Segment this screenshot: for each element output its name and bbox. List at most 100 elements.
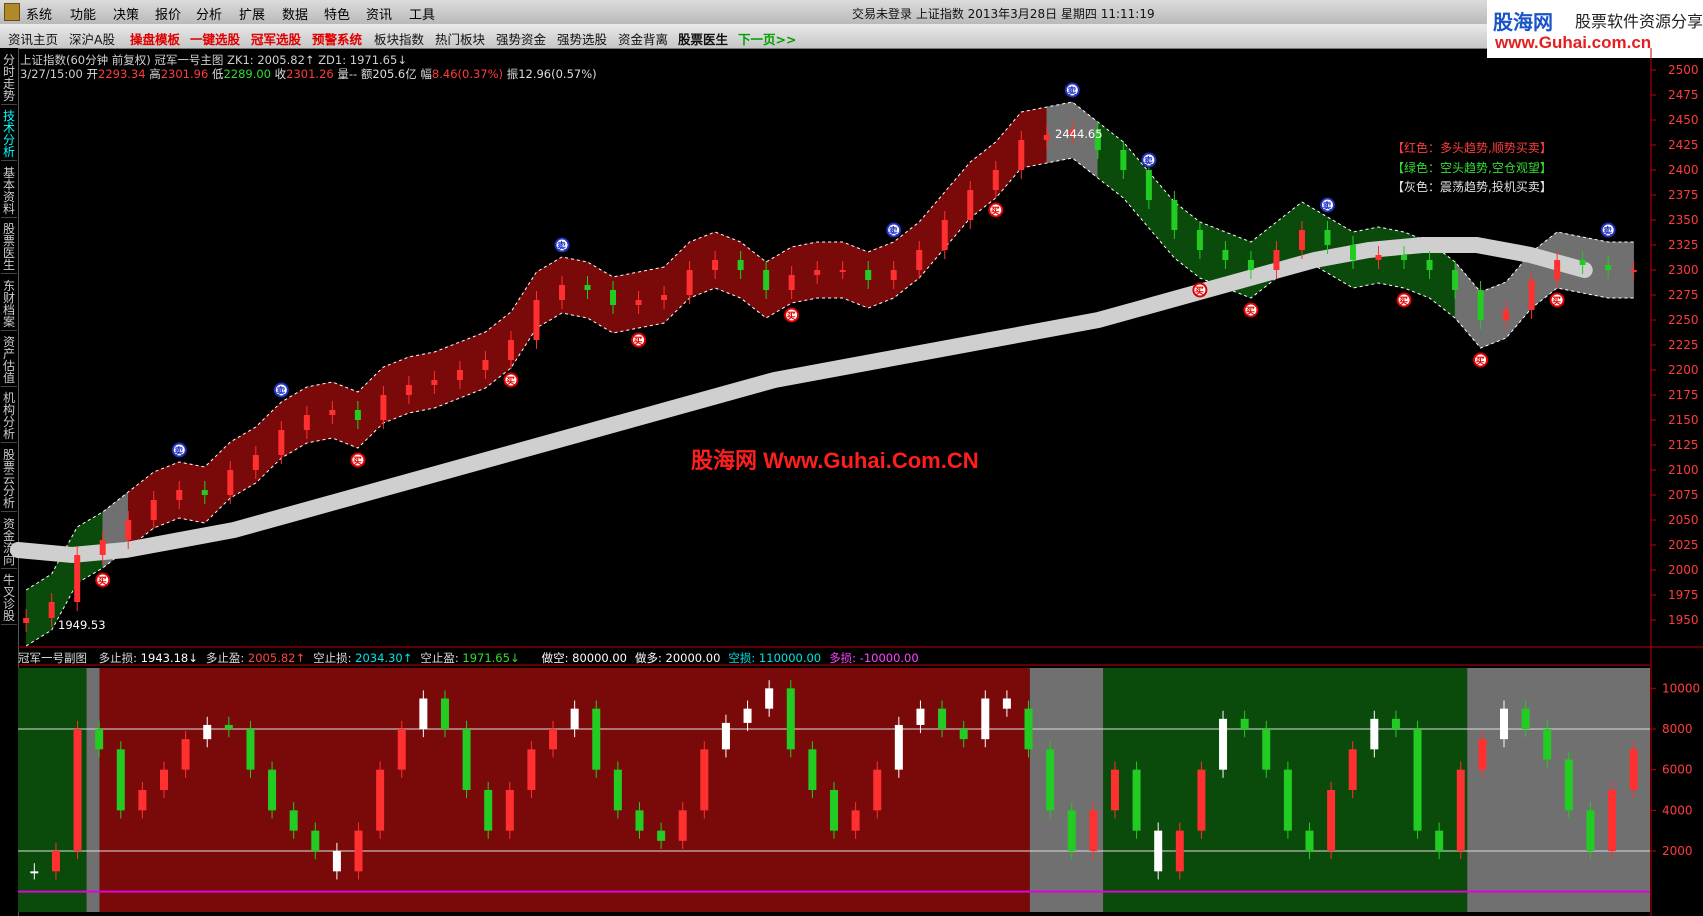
sidebar-tab-9[interactable]: 牛叉诊股	[1, 574, 17, 626]
toolbar-button-5[interactable]: 预警系统	[312, 29, 362, 48]
channel-seg-22	[587, 261, 614, 334]
sub-item-value-5: 20000.00	[661, 651, 721, 665]
channel-seg-29	[765, 246, 792, 319]
sub-band-3	[1029, 668, 1104, 912]
channel-seg-27	[714, 231, 741, 299]
signal-text-10: 卖	[1067, 85, 1076, 97]
sidebar-tab-6[interactable]: 机构分析	[1, 392, 17, 444]
ohlc-volume: 量-- 额205.6亿	[337, 67, 417, 81]
sub-item-4: 做空: 80000.00	[542, 651, 627, 665]
candle-body-16	[431, 380, 438, 385]
channel-seg-31	[816, 241, 843, 299]
osc-bar-14	[332, 851, 341, 872]
osc-bar-6	[159, 769, 168, 790]
app-logo-icon[interactable]	[4, 3, 20, 21]
signal-buy-0	[95, 572, 111, 588]
toolbar-button-8[interactable]: 强势资金	[496, 29, 546, 48]
osc-bar-42	[938, 708, 947, 729]
channel-seg-1	[51, 526, 78, 631]
toolbar-button-12[interactable]: 下一页>>	[738, 29, 796, 48]
candle-body-4	[125, 520, 132, 540]
signal-text-14: 卖	[1322, 200, 1331, 212]
osc-bar-0	[30, 871, 39, 874]
ohlc-amp: 12.96(0.57%)	[518, 67, 597, 81]
toolbar-button-3[interactable]: 一键选股	[190, 29, 240, 48]
toolbar-button-10[interactable]: 资金背离	[618, 29, 668, 48]
candle-body-58	[1503, 310, 1510, 320]
sidebar-tab-5[interactable]: 资产估值	[1, 336, 17, 387]
osc-bar-33	[743, 708, 752, 723]
sub-band-1	[86, 668, 100, 912]
banner-url: www.Guhai.com.cn	[1495, 33, 1652, 52]
sub-ytick-label-2: 6000	[1662, 763, 1693, 777]
channel-seg-35	[918, 191, 945, 279]
sub-item-0: 多止损: 1943.18↓	[99, 651, 198, 665]
sidebar-tab-0[interactable]: 分时走势	[1, 54, 17, 105]
candle-body-60	[1554, 260, 1561, 280]
main-ytick-label-10: 2200	[1668, 363, 1699, 377]
channel-seg-48	[1250, 221, 1277, 299]
menu-1[interactable]: 功能	[70, 4, 96, 23]
sub-chart-header: 冠军一号副图 多止损: 1943.18↓ 多止盈: 2005.82↑ 空止损: 20…	[18, 650, 919, 666]
channel-seg-45	[1174, 201, 1201, 279]
toolbar-button-6[interactable]: 板块指数	[374, 29, 424, 48]
toolbar-button-2[interactable]: 操盘模板	[130, 29, 180, 48]
menu-8[interactable]: 资讯	[366, 4, 392, 23]
menu-7[interactable]: 特色	[324, 4, 350, 23]
osc-bar-7	[181, 739, 190, 770]
candle-body-3	[99, 540, 106, 555]
menu-4[interactable]: 分析	[196, 4, 222, 23]
sub-ytick-label-3: 8000	[1662, 722, 1693, 736]
channel-seg-46	[1199, 221, 1226, 289]
sidebar-tab-7[interactable]: 股票云分析	[1, 449, 17, 512]
toolbar-button-9[interactable]: 强势选股	[557, 29, 607, 48]
osc-bar-4	[116, 749, 125, 811]
osc-bar-61	[1348, 749, 1357, 790]
channel-seg-12	[332, 381, 359, 449]
candle-body-56	[1452, 270, 1459, 290]
high-price-label: 2444.65	[1055, 127, 1103, 141]
toolbar-button-4[interactable]: 冠军选股	[251, 29, 301, 48]
candle-body-59	[1528, 280, 1535, 310]
sub-item-value-3: 1971.65↓	[458, 651, 520, 665]
sidebar-tab-3[interactable]: 股票医生	[1, 223, 17, 275]
sidebar-tab-2[interactable]: 基本资料	[1, 167, 17, 218]
osc-bar-3	[95, 729, 104, 750]
osc-bar-12	[289, 810, 298, 831]
main-ytick-label-4: 2050	[1668, 513, 1699, 527]
sidebar-tab-1[interactable]: 技术分析	[1, 110, 17, 162]
menu-9[interactable]: 工具	[409, 4, 435, 23]
channel-seg-37	[970, 141, 997, 219]
osc-bar-34	[765, 688, 774, 709]
candle-body-43	[1120, 150, 1127, 170]
candle-body-14	[380, 395, 387, 420]
channel-seg-6	[179, 461, 206, 524]
sub-item-3: 空止盈: 1971.65↓	[420, 651, 519, 665]
menu-6[interactable]: 数据	[282, 4, 308, 23]
candle-body-62	[1605, 265, 1612, 270]
menu-0[interactable]: 系统	[26, 4, 52, 23]
osc-bar-29	[657, 830, 666, 841]
channel-seg-15	[408, 351, 435, 414]
menu-3[interactable]: 报价	[155, 4, 181, 23]
osc-bar-28	[635, 810, 644, 831]
sidebar-tab-8[interactable]: 资金流向	[1, 518, 17, 569]
menu-2[interactable]: 决策	[113, 4, 139, 23]
osc-bar-25	[570, 708, 579, 729]
sidebar-tab-4[interactable]: 东财档案	[1, 280, 17, 331]
osc-bar-31	[700, 749, 709, 811]
osc-bar-40	[894, 724, 903, 770]
menu-5[interactable]: 扩展	[239, 4, 265, 23]
toolbar-button-0[interactable]: 资讯主页	[8, 29, 58, 48]
toolbar-button-7[interactable]: 热门板块	[435, 29, 485, 48]
osc-bar-18	[419, 698, 428, 729]
candle-body-5	[150, 500, 157, 520]
sub-item-label-4: 做空:	[541, 651, 569, 665]
candle-body-55	[1426, 260, 1433, 270]
candle-body-13	[354, 410, 361, 420]
osc-bar-5	[138, 790, 147, 811]
toolbar-button-1[interactable]: 深沪A股	[69, 29, 115, 48]
osc-bar-23	[527, 749, 536, 790]
toolbar-button-11[interactable]: 股票医生	[678, 29, 728, 48]
channel-seg-43	[1123, 141, 1150, 229]
